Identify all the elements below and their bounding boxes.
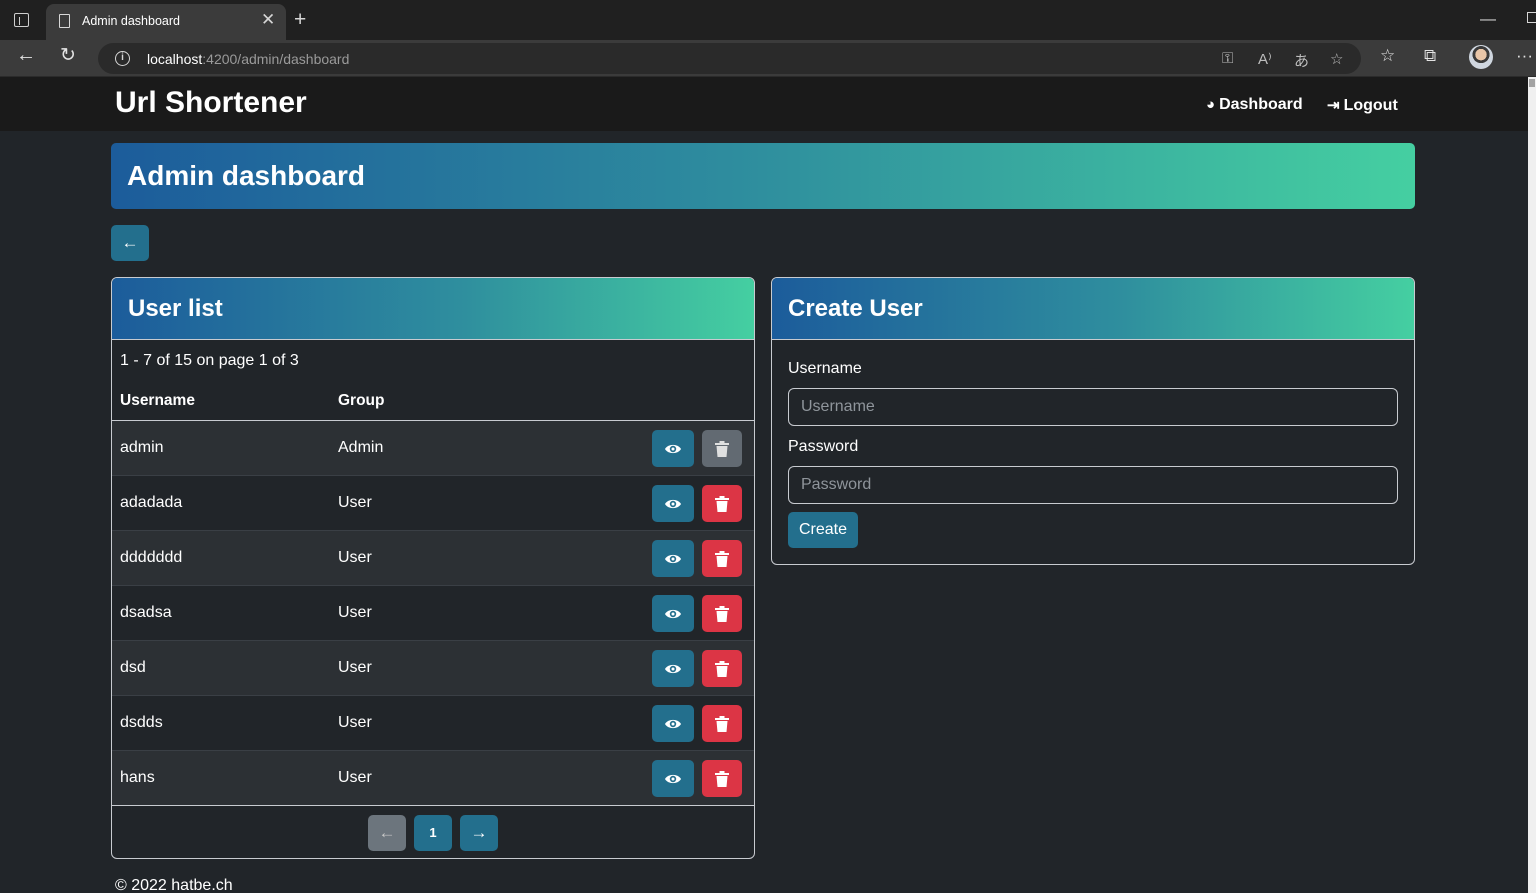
nav-logout-link[interactable]: ⇥ Logout: [1327, 96, 1398, 115]
table-row: dsadsa User: [112, 586, 754, 641]
next-page-button[interactable]: →: [460, 815, 498, 851]
user-list-card: User list 1 - 7 of 15 on page 1 of 3 Use…: [111, 277, 755, 859]
arrow-left-icon: ←: [121, 233, 139, 252]
username-cell: ddddddd: [120, 549, 183, 566]
delete-user-button[interactable]: [702, 485, 742, 522]
site-navbar: Url Shortener ◕ Dashboard ⇥ Logout: [0, 77, 1536, 131]
favorites-icon[interactable]: ☆: [1380, 46, 1395, 66]
group-cell: User: [338, 494, 372, 511]
delete-user-button[interactable]: [702, 650, 742, 687]
table-row: ddddddd User: [112, 531, 754, 586]
username-cell: admin: [120, 439, 164, 456]
delete-user-button[interactable]: [702, 705, 742, 742]
view-user-button[interactable]: [652, 705, 694, 742]
group-cell: User: [338, 714, 372, 731]
browser-tab[interactable]: Admin dashboard ✕: [46, 4, 286, 40]
address-bar: ← ↻ i localhost:4200/admin/dashboard ⚿ A…: [0, 40, 1536, 77]
password-label: Password: [788, 438, 859, 455]
close-tab-icon[interactable]: ✕: [261, 11, 275, 28]
card-header: Create User: [772, 278, 1414, 340]
password-input[interactable]: [788, 466, 1398, 504]
column-header-group: Group: [338, 392, 385, 409]
username-cell: dsd: [120, 659, 146, 676]
nav-dashboard-link[interactable]: ◕ Dashboard: [1206, 96, 1303, 114]
page-header: Admin dashboard: [111, 143, 1415, 209]
browser-tab-bar: Admin dashboard ✕ + —: [0, 0, 1536, 40]
logout-icon: ⇥: [1327, 97, 1340, 114]
site-info-icon[interactable]: i: [115, 51, 130, 66]
page-number-button[interactable]: 1: [414, 815, 452, 851]
create-user-card: Create User Username Password Create: [771, 277, 1415, 565]
read-aloud-icon[interactable]: A⁾: [1258, 50, 1272, 68]
group-cell: User: [338, 769, 372, 786]
arrow-left-icon: ←: [378, 823, 396, 842]
view-user-button[interactable]: [652, 430, 694, 467]
username-cell: dsadsa: [120, 604, 172, 621]
username-cell: hans: [120, 769, 155, 786]
divider: [112, 805, 754, 806]
group-cell: User: [338, 659, 372, 676]
card-title: User list: [128, 295, 223, 322]
tab-actions-icon[interactable]: [14, 13, 29, 27]
back-icon[interactable]: ←: [16, 44, 36, 67]
group-cell: Admin: [338, 439, 384, 456]
view-user-button[interactable]: [652, 595, 694, 632]
table-row: adadada User: [112, 476, 754, 531]
page-info: 1 - 7 of 15 on page 1 of 3: [120, 352, 299, 369]
back-button[interactable]: ←: [111, 225, 149, 261]
url-field[interactable]: i localhost:4200/admin/dashboard ⚿ A⁾ あ …: [98, 43, 1361, 74]
table-row: hans User: [112, 751, 754, 806]
group-cell: User: [338, 604, 372, 621]
footer-text: © 2022 hatbe.ch: [115, 877, 233, 893]
collections-icon[interactable]: ⧉: [1424, 46, 1436, 66]
username-label: Username: [788, 360, 862, 377]
palette-icon: ◕: [1206, 96, 1216, 113]
view-user-button[interactable]: [652, 540, 694, 577]
profile-avatar[interactable]: [1469, 45, 1493, 69]
view-user-button[interactable]: [652, 485, 694, 522]
group-cell: User: [338, 549, 372, 566]
page-scrollbar[interactable]: [1528, 77, 1536, 893]
new-tab-icon[interactable]: +: [294, 9, 306, 30]
url-text[interactable]: localhost:4200/admin/dashboard: [147, 51, 349, 67]
prev-page-button[interactable]: ←: [368, 815, 406, 851]
more-icon[interactable]: ···: [1516, 46, 1533, 66]
delete-user-button[interactable]: [702, 760, 742, 797]
translate-icon[interactable]: あ: [1294, 50, 1309, 71]
minimize-icon[interactable]: —: [1480, 11, 1496, 29]
tab-title: Admin dashboard: [82, 14, 180, 28]
username-cell: adadada: [120, 494, 183, 511]
delete-user-button[interactable]: [702, 540, 742, 577]
card-title: Create User: [788, 295, 923, 322]
table-row: dsd User: [112, 641, 754, 696]
username-input[interactable]: [788, 388, 1398, 426]
table-row: dsdds User: [112, 696, 754, 751]
view-user-button[interactable]: [652, 760, 694, 797]
add-favorite-icon[interactable]: ☆: [1330, 50, 1343, 68]
create-button[interactable]: Create: [788, 512, 858, 548]
table-row: admin Admin: [112, 421, 754, 476]
username-cell: dsdds: [120, 714, 163, 731]
key-icon[interactable]: ⚿: [1222, 50, 1233, 67]
column-header-username: Username: [120, 392, 195, 409]
page-title: Admin dashboard: [127, 160, 366, 191]
card-header: User list: [112, 278, 754, 340]
reload-icon[interactable]: ↻: [60, 44, 76, 67]
page-icon: [59, 14, 70, 28]
maximize-icon[interactable]: [1527, 12, 1536, 23]
view-user-button[interactable]: [652, 650, 694, 687]
delete-user-button[interactable]: [702, 430, 742, 467]
arrow-right-icon: →: [470, 823, 488, 842]
delete-user-button[interactable]: [702, 595, 742, 632]
brand-title[interactable]: Url Shortener: [115, 86, 307, 120]
